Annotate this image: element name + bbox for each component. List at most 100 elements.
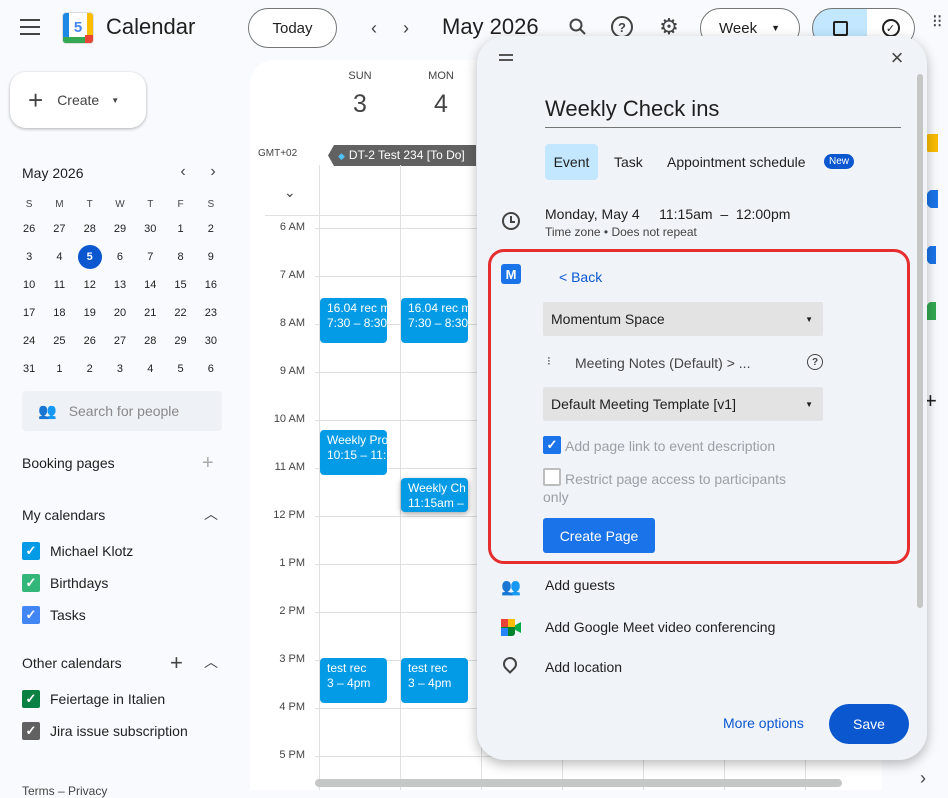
horizontal-scrollbar[interactable] bbox=[315, 779, 842, 787]
calendar-item-michael-klotz[interactable]: ✓ Michael Klotz bbox=[22, 542, 133, 560]
tab-appointment-schedule[interactable]: Appointment schedule bbox=[667, 154, 806, 170]
save-button[interactable]: Save bbox=[829, 704, 909, 744]
add-guests[interactable]: Add guests bbox=[545, 577, 615, 593]
mini-day[interactable]: 3 bbox=[105, 363, 135, 375]
notes-path[interactable]: Meeting Notes (Default) > ... bbox=[575, 355, 750, 371]
event-weekly-pro[interactable]: Weekly Pro 10:15 – 11:1 bbox=[320, 430, 387, 475]
mini-day[interactable]: 8 bbox=[165, 251, 195, 263]
checkbox-icon[interactable]: ✓ bbox=[22, 542, 40, 560]
create-button[interactable]: + Create ▼ bbox=[10, 72, 146, 128]
mini-day[interactable]: 31 bbox=[14, 363, 44, 375]
mini-day[interactable]: 1 bbox=[165, 223, 195, 235]
mini-day[interactable]: 26 bbox=[14, 223, 44, 235]
mini-day[interactable]: 3 bbox=[14, 251, 44, 263]
checkbox-icon[interactable]: ✓ bbox=[22, 690, 40, 708]
create-page-button[interactable]: Create Page bbox=[543, 518, 655, 553]
mini-prev-month-button[interactable]: ‹ bbox=[174, 163, 192, 181]
expand-side-panel-icon[interactable]: › bbox=[920, 768, 926, 789]
event-sun-rec[interactable]: 16.04 rec m 7:30 – 8:30 bbox=[320, 298, 387, 343]
mini-day[interactable]: 4 bbox=[135, 363, 165, 375]
add-meet[interactable]: Add Google Meet video conferencing bbox=[545, 619, 775, 635]
mini-day[interactable]: 26 bbox=[75, 335, 105, 347]
event-date-time[interactable]: Monday, May 4 11:15am – 12:00pm bbox=[545, 206, 790, 222]
mini-day[interactable]: 11 bbox=[44, 279, 74, 291]
collapse-chevron-icon[interactable]: ︿ bbox=[202, 505, 220, 523]
calendar-item-birthdays[interactable]: ✓ Birthdays bbox=[22, 574, 108, 592]
space-select[interactable]: Momentum Space ▼ bbox=[543, 302, 823, 336]
event-weekly-check-ins[interactable]: Weekly Ch 11:15am – bbox=[401, 478, 468, 512]
day-header-mon[interactable]: MON 4 bbox=[401, 70, 481, 119]
mini-day[interactable]: 25 bbox=[44, 335, 74, 347]
mini-day[interactable]: 5 bbox=[165, 363, 195, 375]
mini-day[interactable]: 30 bbox=[196, 335, 226, 347]
more-options-button[interactable]: More options bbox=[723, 715, 804, 731]
tab-event[interactable]: Event bbox=[545, 144, 598, 180]
day-header-sun[interactable]: SUN 3 bbox=[320, 70, 400, 119]
mini-day[interactable]: 21 bbox=[135, 307, 165, 319]
keep-addon-icon[interactable] bbox=[926, 134, 938, 152]
help-icon[interactable]: ? bbox=[611, 16, 633, 38]
add-other-calendar-icon[interactable]: + bbox=[170, 650, 183, 676]
mini-day[interactable]: 6 bbox=[105, 251, 135, 263]
main-menu-button[interactable] bbox=[20, 19, 40, 35]
checkbox-icon[interactable]: ✓ bbox=[22, 606, 40, 624]
mini-day[interactable]: 22 bbox=[165, 307, 195, 319]
search-people-field[interactable]: 👥 Search for people bbox=[22, 391, 222, 431]
mini-day[interactable]: 28 bbox=[135, 335, 165, 347]
calendar-item-jira[interactable]: ✓ Jira issue subscription bbox=[22, 722, 188, 740]
mini-day[interactable]: 18 bbox=[44, 307, 74, 319]
mini-day[interactable]: 20 bbox=[105, 307, 135, 319]
expand-allday-icon[interactable]: ⌄ bbox=[284, 184, 296, 201]
mini-day[interactable]: 1 bbox=[44, 363, 74, 375]
event-sun-test-rec[interactable]: test rec 3 – 4pm bbox=[320, 658, 387, 703]
popup-scrollbar[interactable] bbox=[917, 74, 923, 608]
event-title-input[interactable]: Weekly Check ins bbox=[545, 96, 901, 128]
back-link[interactable]: < Back bbox=[559, 269, 602, 285]
mini-day[interactable]: 29 bbox=[105, 223, 135, 235]
close-icon[interactable]: × bbox=[885, 45, 909, 70]
mini-day[interactable]: 24 bbox=[14, 335, 44, 347]
mini-day[interactable]: 14 bbox=[135, 279, 165, 291]
mini-day[interactable]: 30 bbox=[135, 223, 165, 235]
mini-day[interactable]: 16 bbox=[196, 279, 226, 291]
tasks-addon-icon[interactable] bbox=[926, 190, 938, 208]
event-mon-test-rec[interactable]: test rec 3 – 4pm bbox=[401, 658, 468, 703]
mini-day[interactable]: 2 bbox=[196, 223, 226, 235]
prev-period-button[interactable]: ‹ bbox=[362, 16, 386, 40]
restrict-access-label[interactable]: Restrict page access to participants onl… bbox=[543, 470, 813, 506]
footer-links[interactable]: Terms – Privacy bbox=[22, 784, 107, 798]
mini-day[interactable]: 19 bbox=[75, 307, 105, 319]
timezone-repeat[interactable]: Time zone • Does not repeat bbox=[545, 225, 697, 239]
mini-day[interactable]: 29 bbox=[165, 335, 195, 347]
calendar-item-tasks[interactable]: ✓ Tasks bbox=[22, 606, 86, 624]
mini-day[interactable]: 6 bbox=[196, 363, 226, 375]
allday-event[interactable]: ◆ DT-2 Test 234 [To Do] bbox=[328, 145, 476, 166]
mini-day[interactable]: 23 bbox=[196, 307, 226, 319]
collapse-chevron-icon[interactable]: ︿ bbox=[202, 653, 220, 671]
add-location[interactable]: Add location bbox=[545, 659, 622, 675]
add-link-checkbox[interactable]: ✓ bbox=[543, 436, 561, 454]
mini-day[interactable]: 7 bbox=[135, 251, 165, 263]
mini-day[interactable]: 27 bbox=[105, 335, 135, 347]
mini-day[interactable]: 17 bbox=[14, 307, 44, 319]
contacts-addon-icon[interactable] bbox=[926, 246, 936, 264]
mini-day[interactable]: 4 bbox=[44, 251, 74, 263]
mini-next-month-button[interactable]: › bbox=[204, 163, 222, 181]
checkbox-icon[interactable]: ✓ bbox=[22, 574, 40, 592]
mini-day[interactable]: 15 bbox=[165, 279, 195, 291]
calendar-item-feiertage[interactable]: ✓ Feiertage in Italien bbox=[22, 690, 165, 708]
maps-addon-icon[interactable] bbox=[926, 302, 936, 320]
mini-day[interactable]: 5 bbox=[75, 245, 105, 269]
help-icon[interactable]: ? bbox=[807, 354, 823, 370]
mini-day[interactable]: 27 bbox=[44, 223, 74, 235]
add-booking-page-icon[interactable]: + bbox=[202, 452, 214, 475]
apps-grid-icon[interactable]: ⁝⁝ bbox=[932, 12, 946, 38]
mini-day[interactable]: 28 bbox=[75, 223, 105, 235]
event-mon-rec[interactable]: 16.04 rec m 7:30 – 8:30 bbox=[401, 298, 468, 343]
mini-today[interactable]: 5 bbox=[77, 245, 102, 269]
checkbox-icon[interactable]: ✓ bbox=[22, 722, 40, 740]
mini-day[interactable]: 10 bbox=[14, 279, 44, 291]
mini-day[interactable]: 13 bbox=[105, 279, 135, 291]
tab-task[interactable]: Task bbox=[614, 154, 643, 170]
next-period-button[interactable]: › bbox=[394, 16, 418, 40]
